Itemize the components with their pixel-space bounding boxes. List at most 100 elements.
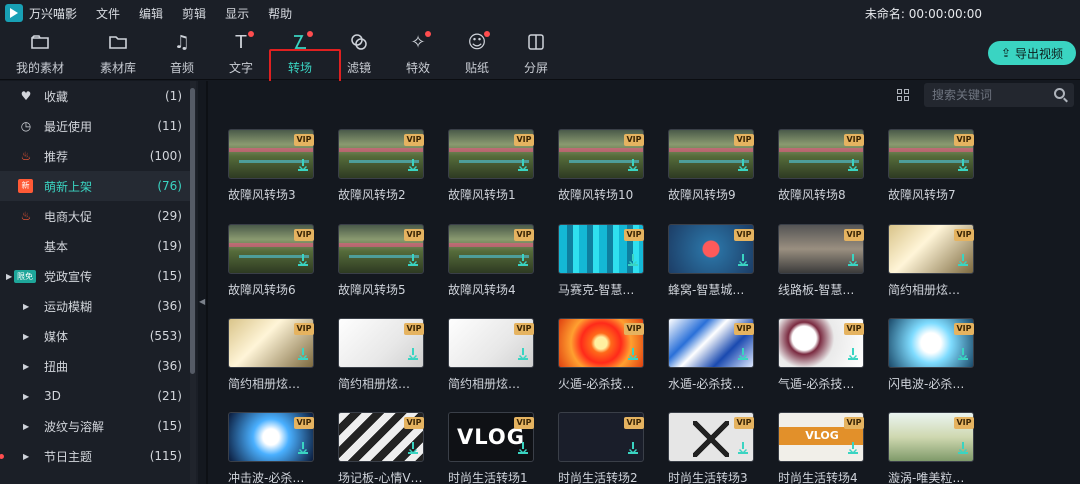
menu-view[interactable]: 显示	[225, 5, 249, 22]
transition-card[interactable]: VIP 故障风转场9	[668, 129, 758, 209]
collapse-panel-icon[interactable]: ◀	[199, 297, 205, 306]
download-icon[interactable]	[518, 442, 528, 454]
sidebar-item-count: (11)	[157, 119, 182, 133]
download-icon[interactable]	[298, 348, 308, 360]
transition-card[interactable]: VIP 蜂窝-智慧城…	[668, 224, 758, 304]
menu-clip[interactable]: 剪辑	[182, 5, 206, 22]
transition-card[interactable]: VIP 时尚生活转场2	[558, 412, 648, 484]
expand-arrow-icon[interactable]: ▶	[6, 272, 12, 281]
download-icon[interactable]	[738, 348, 748, 360]
menu-edit[interactable]: 编辑	[139, 5, 163, 22]
sidebar-item-favorites[interactable]: ♥ 收藏 (1)	[0, 81, 190, 111]
sidebar-item-party[interactable]: ▶ 限免 党政宣传 (15)	[0, 261, 190, 291]
transition-card[interactable]: VIP 故障风转场5	[338, 224, 428, 304]
transition-card[interactable]: VIP 故障风转场10	[558, 129, 648, 209]
expand-arrow-icon[interactable]: ▶	[23, 302, 29, 311]
transition-card[interactable]: VIP 简约相册炫…	[228, 318, 318, 398]
grid-view-icon[interactable]	[897, 89, 909, 101]
transition-card[interactable]: VIP 故障风转场4	[448, 224, 538, 304]
download-icon[interactable]	[408, 159, 418, 171]
menu-file[interactable]: 文件	[96, 5, 120, 22]
expand-arrow-icon[interactable]: ▶	[23, 422, 29, 431]
transition-card[interactable]: VLOG VIP 时尚生活转场4	[778, 412, 868, 484]
transition-card[interactable]: VIP 火遁-必杀技…	[558, 318, 648, 398]
download-icon[interactable]	[958, 159, 968, 171]
transition-card[interactable]: VIP 简约相册炫…	[338, 318, 428, 398]
tool-sticker[interactable]: ☺ 贴纸	[445, 28, 509, 78]
transition-card[interactable]: VLOG VIP 时尚生活转场1	[448, 412, 538, 484]
download-icon[interactable]	[298, 254, 308, 266]
transition-card[interactable]: VIP 线路板-智慧…	[778, 224, 868, 304]
transition-card[interactable]: VIP 故障风转场3	[228, 129, 318, 209]
expand-arrow-icon[interactable]: ▶	[23, 332, 29, 341]
transition-card[interactable]: VIP 场记板-心情V…	[338, 412, 428, 484]
sidebar-item-holiday[interactable]: ▶ 节日主题 (115)	[0, 441, 190, 471]
tool-my-media[interactable]: 我的素材	[8, 28, 72, 78]
sidebar-item-motion-blur[interactable]: ▶ 运动模糊 (36)	[0, 291, 190, 321]
download-icon[interactable]	[298, 159, 308, 171]
transition-card[interactable]: VIP 故障风转场6	[228, 224, 318, 304]
tool-library[interactable]: 素材库	[86, 28, 150, 78]
transition-card[interactable]: VIP 气遁-必杀技…	[778, 318, 868, 398]
tool-effects[interactable]: ✧ 特效	[386, 28, 450, 78]
transition-card[interactable]: VIP 故障风转场7	[888, 129, 978, 209]
download-icon[interactable]	[628, 442, 638, 454]
transition-card[interactable]: VIP 漩涡-唯美粒…	[888, 412, 978, 484]
download-icon[interactable]	[848, 348, 858, 360]
download-icon[interactable]	[408, 442, 418, 454]
download-icon[interactable]	[848, 442, 858, 454]
download-icon[interactable]	[408, 254, 418, 266]
transition-name: 时尚生活转场1	[448, 471, 528, 484]
transition-card[interactable]: VIP 水遁-必杀技…	[668, 318, 758, 398]
download-icon[interactable]	[408, 348, 418, 360]
download-icon[interactable]	[628, 254, 638, 266]
transition-card[interactable]: VIP 闪电波-必杀…	[888, 318, 978, 398]
transition-card[interactable]: VIP 简约相册炫…	[448, 318, 538, 398]
sidebar-item-recent[interactable]: ◷ 最近使用 (11)	[0, 111, 190, 141]
expand-arrow-icon[interactable]: ▶	[23, 362, 29, 371]
tool-filter[interactable]: 滤镜	[327, 28, 391, 78]
download-icon[interactable]	[298, 442, 308, 454]
download-icon[interactable]	[628, 348, 638, 360]
vip-badge: VIP	[514, 323, 534, 335]
download-icon[interactable]	[518, 254, 528, 266]
transition-card[interactable]: VIP 故障风转场8	[778, 129, 868, 209]
transition-card[interactable]: VIP 故障风转场2	[338, 129, 428, 209]
menu-help[interactable]: 帮助	[268, 5, 292, 22]
download-icon[interactable]	[628, 159, 638, 171]
tool-text[interactable]: T 文字	[209, 28, 273, 78]
download-icon[interactable]	[738, 442, 748, 454]
tool-split-screen[interactable]: 分屏	[504, 28, 568, 78]
sidebar-item-recommended[interactable]: ♨ 推荐 (100)	[0, 141, 190, 171]
transition-card[interactable]: VIP 冲击波-必杀…	[228, 412, 318, 484]
download-icon[interactable]	[958, 254, 968, 266]
download-icon[interactable]	[518, 159, 528, 171]
download-icon[interactable]	[848, 254, 858, 266]
tool-transition[interactable]: 转场	[268, 28, 332, 78]
sidebar-item-ecommerce[interactable]: ♨ 电商大促 (29)	[0, 201, 190, 231]
transition-card[interactable]: VIP 马赛克-智慧…	[558, 224, 648, 304]
sidebar-scrollbar-thumb[interactable]	[190, 88, 195, 374]
transition-card[interactable]: VIP 简约相册炫…	[888, 224, 978, 304]
download-icon[interactable]	[738, 254, 748, 266]
sidebar-item-3d[interactable]: ▶ 3D (21)	[0, 381, 190, 411]
download-icon[interactable]	[848, 159, 858, 171]
download-icon[interactable]	[958, 442, 968, 454]
export-video-button[interactable]: ⇪ 导出视频	[988, 41, 1076, 65]
expand-arrow-icon[interactable]: ▶	[23, 392, 29, 401]
sidebar-item-ripple[interactable]: ▶ 波纹与溶解 (15)	[0, 411, 190, 441]
sidebar-item-basic[interactable]: 基本 (19)	[0, 231, 190, 261]
sidebar-item-media[interactable]: ▶ 媒体 (553)	[0, 321, 190, 351]
download-icon[interactable]	[958, 348, 968, 360]
download-icon[interactable]	[518, 348, 528, 360]
transition-card[interactable]: VIP 故障风转场1	[448, 129, 538, 209]
search-input[interactable]	[932, 88, 1052, 102]
search-icon[interactable]	[1054, 88, 1065, 99]
vip-badge: VIP	[734, 229, 754, 241]
sidebar-item-new-arrivals[interactable]: 新 萌新上架 (76)	[0, 171, 190, 201]
tool-audio[interactable]: ♫ 音频	[150, 28, 214, 78]
sidebar-item-distortion[interactable]: ▶ 扭曲 (36)	[0, 351, 190, 381]
transition-card[interactable]: VIP 时尚生活转场3	[668, 412, 758, 484]
expand-arrow-icon[interactable]: ▶	[23, 452, 29, 461]
download-icon[interactable]	[738, 159, 748, 171]
